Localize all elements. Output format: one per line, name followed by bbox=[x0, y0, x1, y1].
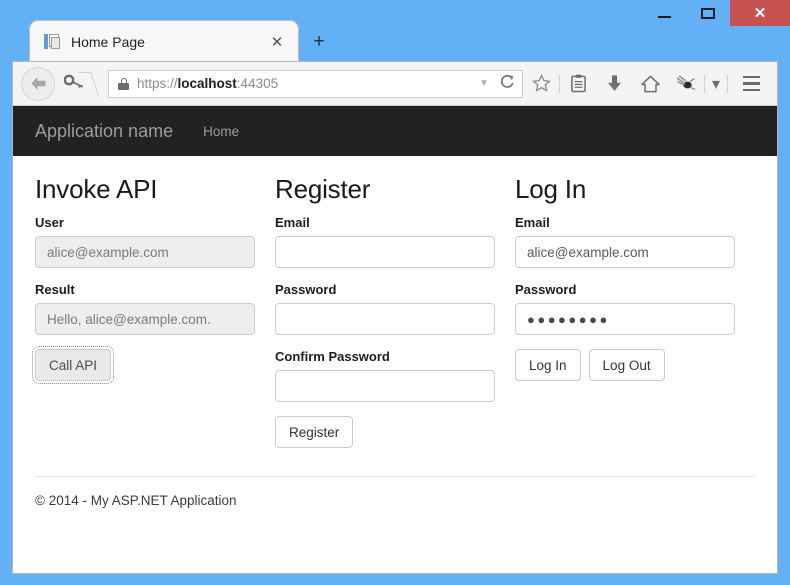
heading-invoke-api: Invoke API bbox=[35, 174, 158, 204]
input-user[interactable]: alice@example.com bbox=[35, 236, 255, 268]
label-user: User bbox=[35, 215, 64, 230]
heading-register: Register bbox=[275, 174, 371, 204]
browser-viewport: https://localhost:44305 ▼ ▾ Application … bbox=[12, 61, 778, 574]
column-log-in: Log In Email alice@example.com Password ●●●●… bbox=[515, 174, 755, 448]
label-login-email: Email bbox=[515, 215, 550, 230]
overflow-chevron-down-icon[interactable]: ▾ bbox=[705, 67, 727, 101]
url-port: :44305 bbox=[236, 76, 279, 91]
value-login-password: ●●●●●●●● bbox=[527, 311, 610, 327]
bookmark-star-icon[interactable] bbox=[523, 67, 559, 101]
button-row-register: Register bbox=[275, 416, 515, 448]
input-login-password[interactable]: ●●●●●●●● bbox=[515, 303, 735, 335]
log-out-button[interactable]: Log Out bbox=[588, 349, 665, 381]
value-login-email: alice@example.com bbox=[527, 244, 649, 260]
hamburger-menu-icon[interactable] bbox=[734, 67, 768, 101]
address-bar[interactable]: https://localhost:44305 ▼ bbox=[108, 69, 523, 98]
url-text: https://localhost:44305 bbox=[137, 76, 474, 91]
call-api-button[interactable]: Call API bbox=[31, 346, 115, 384]
column-invoke-api: Invoke API User alice@example.com Result Hel… bbox=[31, 174, 275, 448]
new-tab-button[interactable]: + bbox=[306, 29, 332, 55]
register-button[interactable]: Register bbox=[275, 416, 354, 448]
url-host: localhost bbox=[177, 76, 237, 91]
nav-link-home[interactable]: Home bbox=[203, 124, 239, 139]
button-row-log-in: Log In Log Out bbox=[515, 349, 755, 381]
home-icon[interactable] bbox=[632, 67, 668, 101]
download-icon[interactable] bbox=[596, 67, 632, 101]
browser-toolbar: https://localhost:44305 ▼ ▾ bbox=[13, 62, 777, 106]
tab-strip: Home Page ✕ + bbox=[12, 20, 778, 62]
label-register-password: Password bbox=[275, 282, 337, 297]
site-identity-button[interactable] bbox=[59, 71, 94, 97]
input-login-email[interactable]: alice@example.com bbox=[515, 236, 735, 268]
minimize-icon bbox=[657, 16, 671, 18]
reading-list-icon[interactable] bbox=[560, 67, 596, 101]
maximize-icon bbox=[701, 7, 715, 19]
log-in-button[interactable]: Log In bbox=[515, 349, 581, 381]
button-row-invoke-api: Call API bbox=[31, 346, 275, 384]
page-favicon-icon bbox=[44, 33, 60, 50]
input-result[interactable]: Hello, alice@example.com. bbox=[35, 303, 255, 335]
url-scheme: https:// bbox=[137, 76, 178, 91]
input-register-email[interactable] bbox=[275, 236, 495, 268]
page-content: Invoke API User alice@example.com Result Hel… bbox=[13, 156, 777, 508]
label-register-confirm-password: Confirm Password bbox=[275, 349, 390, 364]
value-result: Hello, alice@example.com. bbox=[47, 311, 211, 327]
value-user: alice@example.com bbox=[47, 244, 169, 260]
title-bar: ✕ Home Page ✕ + bbox=[0, 0, 790, 62]
input-register-confirm-password[interactable] bbox=[275, 370, 495, 402]
navbar-brand[interactable]: Application name bbox=[35, 121, 173, 142]
heading-log-in: Log In bbox=[515, 174, 587, 204]
tab-close-icon[interactable]: ✕ bbox=[266, 31, 288, 53]
key-icon bbox=[63, 74, 85, 93]
tab-title: Home Page bbox=[71, 33, 145, 50]
browser-window: ✕ Home Page ✕ + https://localhost:44305 … bbox=[0, 0, 790, 585]
label-result: Result bbox=[35, 282, 75, 297]
reload-icon[interactable] bbox=[494, 74, 520, 93]
label-login-password: Password bbox=[515, 282, 577, 297]
form-columns: Invoke API User alice@example.com Result Hel… bbox=[31, 156, 755, 448]
pocket-icon[interactable] bbox=[668, 67, 704, 101]
back-icon[interactable] bbox=[21, 66, 55, 101]
input-register-password[interactable] bbox=[275, 303, 495, 335]
column-register: Register Email Password Confirm Password Reg… bbox=[275, 174, 515, 448]
footer-copyright: © 2014 - My ASP.NET Application bbox=[35, 493, 237, 508]
chevron-down-icon[interactable]: ▼ bbox=[474, 78, 494, 89]
browser-tab-home-page[interactable]: Home Page ✕ bbox=[29, 20, 299, 62]
label-register-email: Email bbox=[275, 215, 310, 230]
lock-icon bbox=[118, 77, 129, 90]
toolbar-divider-3 bbox=[727, 73, 728, 94]
site-navbar: Application name Home bbox=[13, 106, 777, 156]
footer-divider bbox=[35, 476, 755, 477]
web-page: Application name Home Invoke API User alic… bbox=[13, 106, 777, 573]
